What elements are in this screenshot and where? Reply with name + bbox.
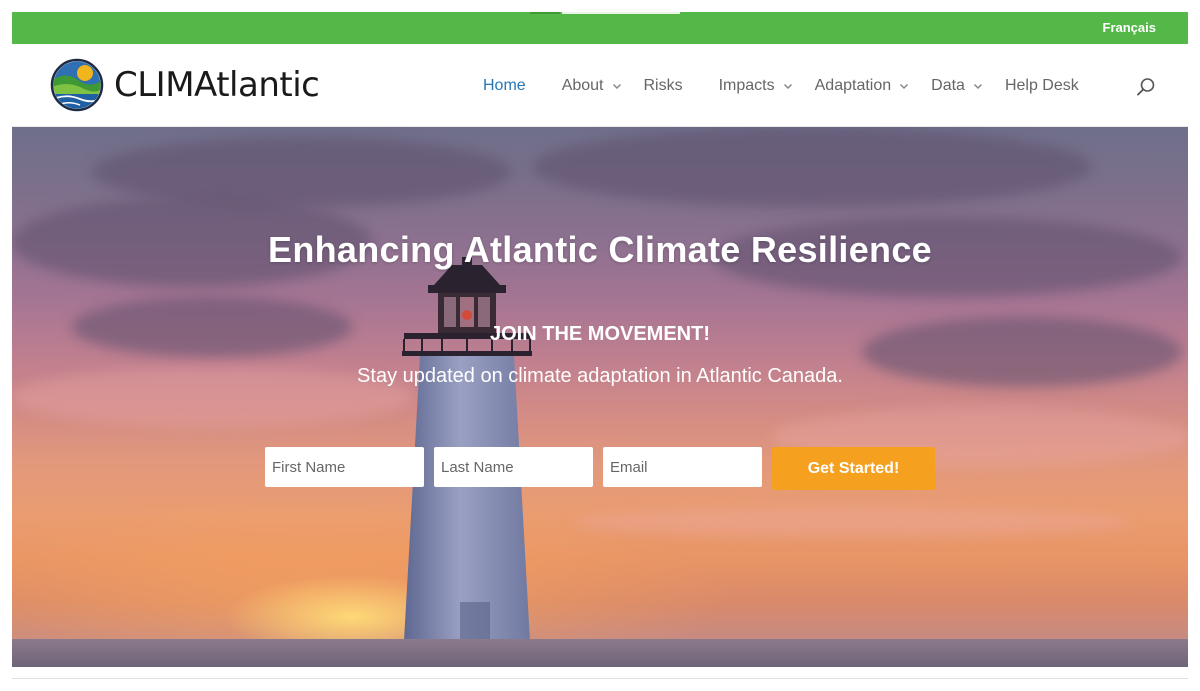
chevron-down-icon — [900, 83, 909, 90]
top-bar: Français — [12, 12, 1188, 44]
get-started-button[interactable]: Get Started! — [772, 447, 935, 490]
signup-form: Get Started! — [265, 447, 935, 490]
nav-item-label: About — [561, 77, 604, 94]
nav-item-adaptation[interactable]: Adaptation — [815, 77, 910, 95]
search-icon[interactable] — [1136, 77, 1156, 97]
hero-kicker: JOIN THE MOVEMENT! — [489, 323, 710, 345]
chevron-down-icon — [783, 83, 792, 90]
nav-item-label: Home — [483, 77, 526, 94]
hero-subtitle: Stay updated on climate adaptation in At… — [357, 365, 843, 387]
nav-item-home[interactable]: Home — [483, 77, 526, 95]
cloud-shape — [532, 127, 1092, 207]
chevron-down-icon — [973, 83, 982, 90]
climatlantic-logo-icon — [50, 58, 104, 112]
email-field[interactable] — [603, 447, 762, 487]
brand-name: CLIMAtlantic — [114, 65, 320, 105]
nav-item-help-desk[interactable]: Help Desk — [1005, 77, 1079, 95]
shoreline — [12, 639, 1188, 667]
first-name-field[interactable] — [265, 447, 424, 487]
nav-item-label: Risks — [643, 77, 683, 94]
top-bar-accent — [530, 12, 560, 14]
nav-item-label: Impacts — [718, 77, 775, 94]
nav-item-label: Help Desk — [1004, 77, 1079, 94]
top-bar-accent-light — [562, 12, 680, 14]
chevron-down-icon — [612, 83, 621, 90]
page-frame: Français CLIMAtlantic Home About Risks I… — [12, 12, 1188, 679]
nav-item-impacts[interactable]: Impacts — [719, 77, 793, 95]
nav-item-data[interactable]: Data — [931, 77, 983, 95]
main-nav: Home About Risks Impacts Adaptation Data — [483, 75, 1115, 97]
page-divider — [12, 678, 1188, 679]
last-name-field[interactable] — [434, 447, 593, 487]
site-header: CLIMAtlantic Home About Risks Impacts Ad… — [12, 44, 1188, 127]
nav-item-label: Adaptation — [814, 77, 892, 94]
nav-item-risks[interactable]: Risks — [644, 77, 683, 95]
hero-banner: Enhancing Atlantic Climate Resilience JO… — [12, 127, 1188, 667]
nav-item-label: Data — [931, 77, 965, 94]
cloud-shape — [572, 507, 1132, 537]
language-switch-link[interactable]: Français — [1103, 20, 1156, 35]
hero-title: Enhancing Atlantic Climate Resilience — [268, 229, 932, 270]
nav-item-about[interactable]: About — [562, 77, 622, 95]
site-logo[interactable]: CLIMAtlantic — [50, 58, 320, 112]
cloud-shape — [92, 137, 512, 207]
